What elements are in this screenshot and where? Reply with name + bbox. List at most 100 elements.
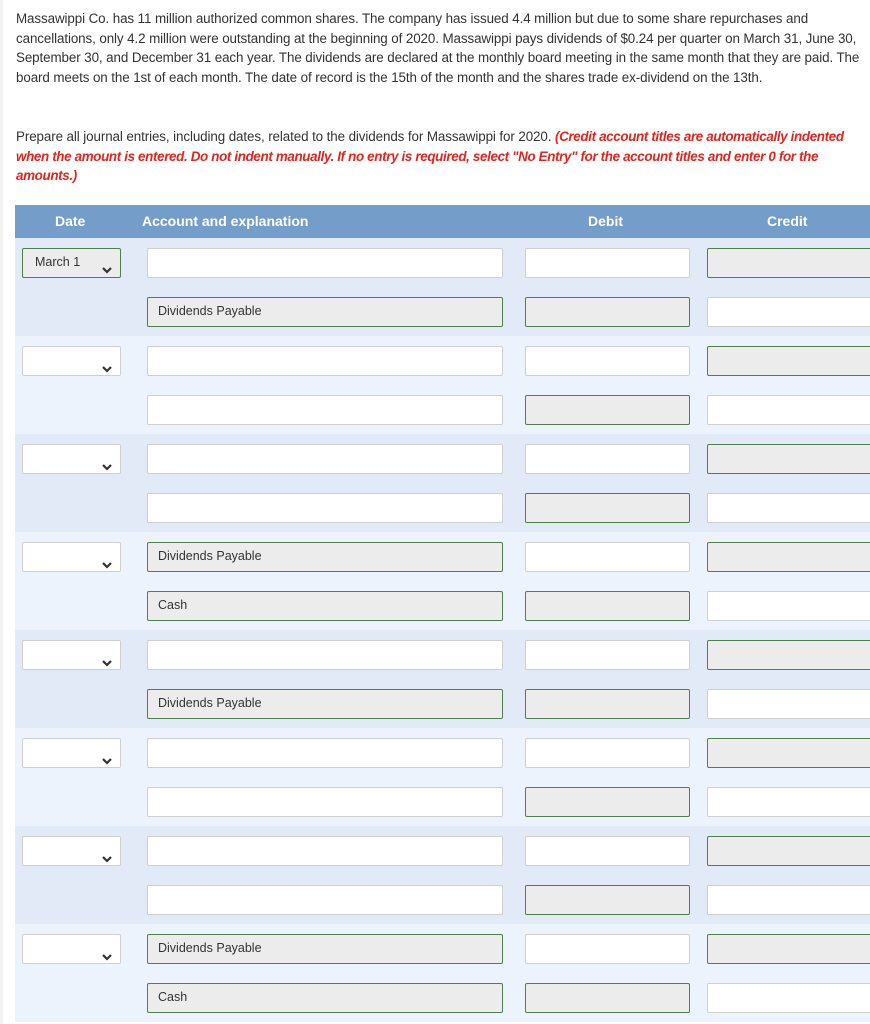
date-select[interactable]: March 1 xyxy=(22,248,121,278)
debit-line: Dividends Payable xyxy=(15,542,870,572)
debit-amount-input[interactable] xyxy=(525,444,690,474)
credit-account-input[interactable] xyxy=(147,493,503,523)
journal-entry xyxy=(15,826,870,924)
problem-statement: Massawippi Co. has 11 million authorized… xyxy=(16,11,860,85)
debit-account-input[interactable] xyxy=(147,640,503,670)
date-select[interactable] xyxy=(22,934,121,964)
credit-account-input[interactable]: Cash xyxy=(147,983,503,1013)
debit-amount-input-disabled xyxy=(525,787,690,817)
debit-line xyxy=(15,640,870,670)
date-select[interactable] xyxy=(22,444,121,474)
debit-line: Dividends Payable xyxy=(15,934,870,964)
header-date: Date xyxy=(55,213,86,229)
journal-entry-table: Date Account and explanation Debit Credi… xyxy=(15,205,870,1022)
debit-amount-input-disabled xyxy=(525,983,690,1013)
debit-amount-input-disabled xyxy=(525,885,690,915)
debit-account-input[interactable] xyxy=(147,444,503,474)
debit-account-input[interactable] xyxy=(147,836,503,866)
credit-amount-input[interactable] xyxy=(707,787,870,817)
debit-account-input[interactable] xyxy=(147,346,503,376)
debit-account-input[interactable]: Dividends Payable xyxy=(147,542,503,572)
journal-entry: Dividends Payable Cash xyxy=(15,532,870,630)
debit-line xyxy=(15,346,870,376)
debit-account-input[interactable] xyxy=(147,248,503,278)
debit-amount-input[interactable] xyxy=(525,346,690,376)
credit-amount-input-disabled xyxy=(707,640,870,670)
credit-amount-input-disabled xyxy=(707,934,870,964)
credit-account-input[interactable]: Cash xyxy=(147,591,503,621)
credit-amount-input[interactable] xyxy=(707,885,870,915)
credit-amount-input[interactable] xyxy=(707,395,870,425)
debit-amount-input-disabled xyxy=(525,493,690,523)
debit-line xyxy=(15,444,870,474)
chevron-down-icon xyxy=(102,650,112,667)
credit-amount-input[interactable] xyxy=(707,983,870,1013)
debit-amount-input-disabled xyxy=(525,591,690,621)
debit-account-input[interactable]: Dividends Payable xyxy=(147,934,503,964)
chevron-down-icon xyxy=(102,748,112,765)
credit-account-input[interactable]: Dividends Payable xyxy=(147,689,503,719)
debit-account-input[interactable] xyxy=(147,738,503,768)
credit-amount-input-disabled xyxy=(707,836,870,866)
credit-account-input[interactable] xyxy=(147,787,503,817)
debit-amount-input-disabled xyxy=(525,395,690,425)
journal-entry xyxy=(15,728,870,826)
instructions-text: Prepare all journal entries, including d… xyxy=(16,129,555,144)
date-select[interactable] xyxy=(22,640,121,670)
debit-amount-input[interactable] xyxy=(525,934,690,964)
credit-account-input[interactable]: Dividends Payable xyxy=(147,297,503,327)
header-debit: Debit xyxy=(588,213,623,229)
chevron-down-icon xyxy=(102,552,112,569)
journal-entry: Dividends Payable Cash xyxy=(15,924,870,1022)
date-select[interactable] xyxy=(22,346,121,376)
date-value: March 1 xyxy=(35,255,81,269)
journal-entry xyxy=(15,434,870,532)
instructions: Prepare all journal entries, including d… xyxy=(16,127,864,186)
debit-amount-input-disabled xyxy=(525,297,690,327)
credit-line: Cash xyxy=(15,983,870,1013)
header-account: Account and explanation xyxy=(142,213,309,229)
debit-amount-input[interactable] xyxy=(525,542,690,572)
debit-line xyxy=(15,836,870,866)
debit-line xyxy=(15,738,870,768)
chevron-down-icon xyxy=(102,258,112,274)
header-credit: Credit xyxy=(767,213,808,229)
page-left-edge xyxy=(0,0,3,1024)
credit-account-input[interactable] xyxy=(147,395,503,425)
date-select[interactable] xyxy=(22,836,121,866)
credit-amount-input-disabled xyxy=(707,542,870,572)
credit-line: Cash xyxy=(15,591,870,621)
credit-line xyxy=(15,395,870,425)
credit-amount-input[interactable] xyxy=(707,689,870,719)
chevron-down-icon xyxy=(102,454,112,471)
date-select[interactable] xyxy=(22,738,121,768)
credit-account-input[interactable] xyxy=(147,885,503,915)
journal-entry xyxy=(15,336,870,434)
credit-line xyxy=(15,493,870,523)
table-header: Date Account and explanation Debit Credi… xyxy=(15,205,870,238)
credit-amount-input[interactable] xyxy=(707,297,870,327)
journal-entry: March 1 Dividends Payable xyxy=(15,238,870,336)
credit-line xyxy=(15,787,870,817)
debit-amount-input[interactable] xyxy=(525,248,690,278)
credit-amount-input-disabled xyxy=(707,346,870,376)
debit-amount-input[interactable] xyxy=(525,738,690,768)
credit-amount-input[interactable] xyxy=(707,591,870,621)
table-body: March 1 Dividends Payable Dividends Payabl… xyxy=(15,238,870,1022)
credit-line: Dividends Payable xyxy=(15,297,870,327)
journal-entry: Dividends Payable xyxy=(15,630,870,728)
debit-amount-input[interactable] xyxy=(525,836,690,866)
credit-amount-input-disabled xyxy=(707,444,870,474)
debit-amount-input-disabled xyxy=(525,689,690,719)
credit-amount-input[interactable] xyxy=(707,493,870,523)
debit-amount-input[interactable] xyxy=(525,640,690,670)
debit-line: March 1 xyxy=(15,248,870,278)
chevron-down-icon xyxy=(102,944,112,961)
credit-amount-input-disabled xyxy=(707,248,870,278)
credit-line: Dividends Payable xyxy=(15,689,870,719)
chevron-down-icon xyxy=(102,846,112,863)
credit-amount-input-disabled xyxy=(707,738,870,768)
chevron-down-icon xyxy=(102,356,112,373)
credit-line xyxy=(15,885,870,915)
date-select[interactable] xyxy=(22,542,121,572)
